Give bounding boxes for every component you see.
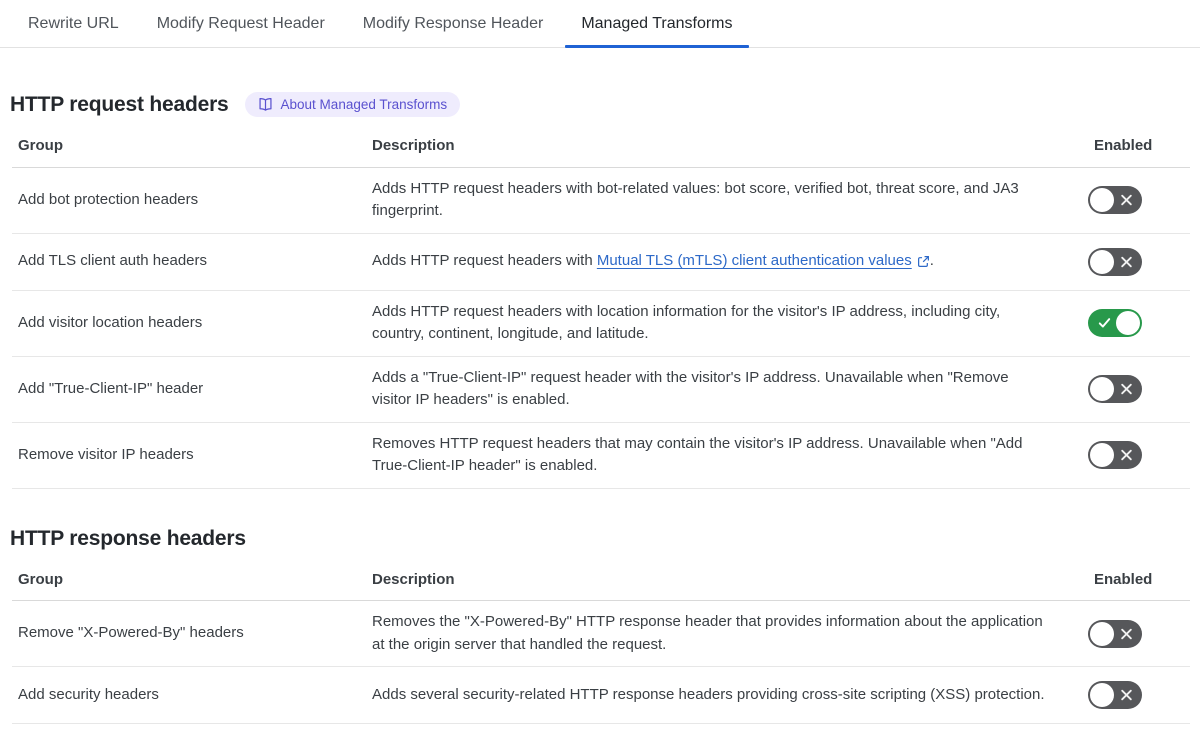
enabled-cell bbox=[1088, 186, 1190, 214]
enabled-cell bbox=[1088, 681, 1190, 709]
tab-rewrite-url[interactable]: Rewrite URL bbox=[12, 0, 135, 47]
response-headers-table: Group Description Enabled Remove "X-Powe… bbox=[12, 569, 1190, 724]
table-row: Add security headers Adds several securi… bbox=[12, 667, 1190, 724]
group-cell: Remove visitor IP headers bbox=[18, 445, 194, 463]
description-cell: Adds HTTP request headers with location … bbox=[372, 302, 1001, 343]
tab-bar: Rewrite URL Modify Request Header Modify… bbox=[0, 0, 1200, 48]
x-icon bbox=[1120, 255, 1133, 268]
tab-modify-request-header[interactable]: Modify Request Header bbox=[141, 0, 341, 47]
group-cell: Add "True-Client-IP" header bbox=[18, 379, 204, 397]
request-section-title: HTTP request headers bbox=[10, 92, 229, 116]
tab-label: Rewrite URL bbox=[28, 14, 119, 32]
request-headers-section-head: HTTP request headers About Managed Trans… bbox=[10, 92, 1190, 117]
response-table-header: Group Description Enabled bbox=[12, 569, 1190, 601]
toggle-knob bbox=[1090, 621, 1114, 646]
table-row: Add visitor location headers Adds HTTP r… bbox=[12, 291, 1190, 357]
column-header-enabled: Enabled bbox=[1094, 137, 1153, 154]
enabled-cell bbox=[1088, 441, 1190, 469]
description-cell: Adds a "True-Client-IP" request header w… bbox=[372, 368, 1009, 409]
x-icon bbox=[1120, 383, 1133, 396]
toggle-knob bbox=[1090, 377, 1114, 401]
x-icon bbox=[1120, 449, 1133, 462]
request-table-body: Add bot protection headers Adds HTTP req… bbox=[12, 168, 1190, 489]
column-header-group: Group bbox=[18, 137, 63, 154]
enabled-toggle[interactable] bbox=[1088, 247, 1142, 276]
enabled-toggle[interactable] bbox=[1088, 681, 1142, 709]
enabled-toggle[interactable] bbox=[1088, 186, 1142, 214]
column-header-enabled: Enabled bbox=[1094, 570, 1153, 588]
table-row: Add "True-Client-IP" header Adds a "True… bbox=[12, 357, 1190, 423]
tab-modify-response-header[interactable]: Modify Response Header bbox=[347, 0, 560, 47]
open-book-icon bbox=[258, 97, 273, 112]
column-header-description: Description bbox=[372, 570, 455, 588]
enabled-toggle[interactable] bbox=[1088, 309, 1142, 337]
toggle-knob bbox=[1090, 249, 1114, 274]
about-badge-label: About Managed Transforms bbox=[280, 96, 448, 112]
column-header-group: Group bbox=[18, 570, 63, 588]
enabled-cell bbox=[1088, 247, 1190, 276]
check-icon bbox=[1097, 316, 1112, 331]
toggle-knob bbox=[1090, 683, 1114, 707]
enabled-cell bbox=[1088, 375, 1190, 403]
tab-managed-transforms[interactable]: Managed Transforms bbox=[565, 0, 749, 48]
request-table-header: Group Description Enabled bbox=[12, 135, 1190, 168]
enabled-toggle[interactable] bbox=[1088, 375, 1142, 403]
toggle-knob bbox=[1090, 443, 1114, 467]
group-cell: Add security headers bbox=[18, 685, 159, 703]
about-managed-transforms-badge[interactable]: About Managed Transforms bbox=[244, 92, 461, 117]
tab-label: Managed Transforms bbox=[581, 14, 733, 32]
x-icon bbox=[1120, 194, 1133, 207]
group-cell: Remove "X-Powered-By" headers bbox=[18, 624, 244, 642]
description-cell: Adds HTTP request headers with bot-relat… bbox=[372, 179, 1019, 220]
x-icon bbox=[1120, 627, 1133, 640]
request-headers-table: Group Description Enabled Add bot protec… bbox=[12, 135, 1190, 489]
description-cell: Adds several security-related HTTP respo… bbox=[372, 685, 1045, 703]
tab-label: Modify Request Header bbox=[156, 14, 325, 32]
group-cell: Add bot protection headers bbox=[18, 190, 199, 208]
toggle-knob bbox=[1116, 311, 1140, 335]
toggle-knob bbox=[1090, 188, 1114, 212]
response-table-body: Remove "X-Powered-By" headers Removes th… bbox=[12, 601, 1190, 724]
external-link-icon bbox=[917, 251, 930, 274]
description-link[interactable]: Mutual TLS (mTLS) client authentication … bbox=[597, 252, 930, 269]
enabled-cell bbox=[1088, 619, 1190, 648]
table-row: Remove "X-Powered-By" headers Removes th… bbox=[12, 601, 1190, 667]
table-row: Add bot protection headers Adds HTTP req… bbox=[12, 168, 1190, 234]
description-cell: Removes HTTP request headers that may co… bbox=[372, 434, 1023, 475]
table-row: Add TLS client auth headers Adds HTTP re… bbox=[12, 234, 1190, 291]
table-row: Remove visitor IP headers Removes HTTP r… bbox=[12, 423, 1190, 489]
description-cell: Removes the "X-Powered-By" HTTP response… bbox=[372, 613, 1043, 653]
x-icon bbox=[1120, 689, 1133, 702]
column-header-description: Description bbox=[372, 137, 455, 154]
response-headers-section-head: HTTP response headers bbox=[10, 527, 1190, 551]
group-cell: Add TLS client auth headers bbox=[18, 252, 208, 270]
response-section-title: HTTP response headers bbox=[10, 526, 246, 550]
description-cell: Adds HTTP request headers with Mutual TL… bbox=[366, 240, 1088, 284]
enabled-toggle[interactable] bbox=[1088, 619, 1142, 648]
group-cell: Add visitor location headers bbox=[18, 313, 203, 331]
enabled-toggle[interactable] bbox=[1088, 441, 1142, 469]
enabled-cell bbox=[1088, 309, 1190, 337]
tab-label: Modify Response Header bbox=[362, 14, 544, 32]
